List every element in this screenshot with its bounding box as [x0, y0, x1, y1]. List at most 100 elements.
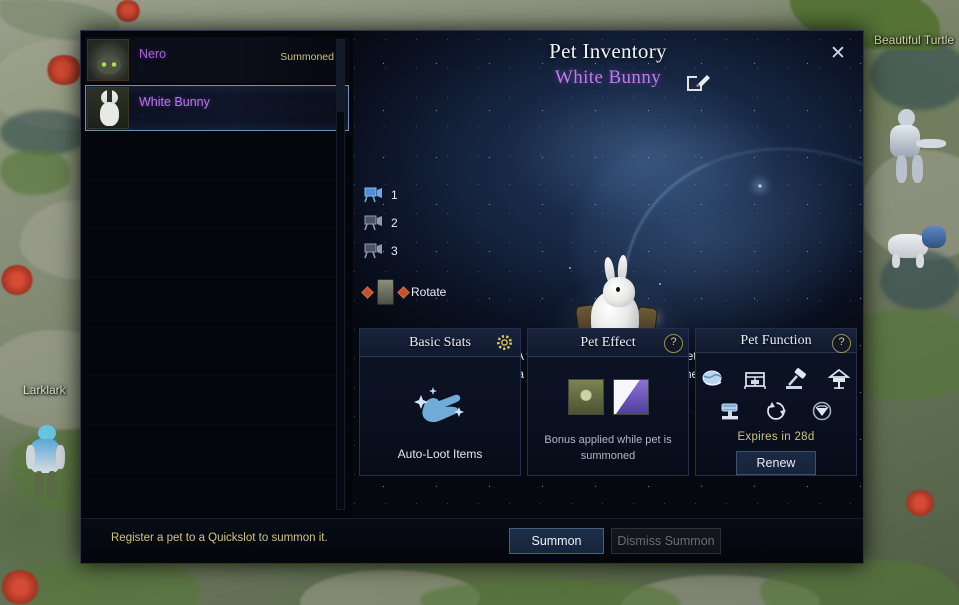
flower — [0, 265, 34, 295]
panel-header: Pet Effect ? — [528, 329, 688, 357]
repair-anvil-icon[interactable] — [717, 399, 743, 423]
cat-portrait-icon — [87, 39, 129, 81]
list-item[interactable] — [85, 427, 349, 474]
star-icon — [757, 183, 763, 189]
dialog-body: Nero ∷ Summoned White Bunny ∷ Pet Invent… — [81, 31, 863, 523]
quickslot-hint: Register a pet to a Quickslot to summon … — [111, 532, 328, 544]
page-title: Pet Inventory — [549, 39, 667, 63]
camera-preset-label: 1 — [391, 188, 398, 202]
list-item[interactable] — [85, 231, 349, 278]
npc-name-label: Larklark — [23, 383, 66, 397]
summon-button[interactable]: Summon — [509, 528, 604, 554]
critical-strike-icon[interactable] — [612, 379, 649, 415]
world-map-glyph — [702, 370, 722, 386]
effect-caption-line-2: summoned — [580, 450, 636, 463]
pet-name-title: White Bunny — [554, 67, 662, 88]
dialog-header: Pet Inventory White Bunny ✕ — [353, 31, 863, 105]
list-item[interactable] — [85, 476, 349, 523]
list-item[interactable] — [85, 280, 349, 327]
key-marker-icon — [361, 285, 374, 299]
flower — [0, 570, 40, 604]
camera-preset-label: 2 — [391, 216, 398, 230]
flower — [905, 490, 935, 516]
gear-icon[interactable] — [496, 334, 513, 351]
list-item[interactable] — [85, 378, 349, 425]
pet-subtext: ∷ — [139, 64, 145, 72]
camera-preset-1[interactable]: 1 — [363, 181, 398, 209]
gem-refresh-glyph — [812, 401, 832, 421]
stat-caption: Auto-Loot Items — [397, 447, 483, 461]
bunny-head — [603, 277, 636, 307]
bunny-eye — [616, 287, 621, 292]
dialog-footer: Register a pet to a Quickslot to summon … — [81, 518, 863, 563]
list-item[interactable] — [85, 182, 349, 229]
camera-preset-label: 3 — [391, 244, 398, 258]
function-row-1 — [696, 367, 856, 391]
effect-caption: Bonus applied while pet is summoned — [536, 433, 680, 465]
key-marker-icon — [397, 285, 410, 299]
auto-loot-glyph — [414, 387, 464, 423]
moss — [0, 150, 70, 195]
renew-button[interactable]: Renew — [736, 451, 816, 475]
pencil-square-glyph — [687, 75, 710, 91]
mouse-drag-icon — [377, 279, 394, 305]
panel-header: Basic Stats — [360, 329, 520, 357]
list-item[interactable] — [85, 329, 349, 376]
water-pool — [870, 40, 959, 110]
list-item[interactable]: White Bunny ∷ — [85, 85, 349, 131]
camera-preset-2[interactable]: 2 — [363, 209, 398, 237]
effect-icon-list — [567, 379, 649, 415]
exchange-arrows-glyph — [767, 402, 786, 420]
flower — [45, 55, 83, 85]
rotate-control[interactable]: Rotate — [361, 279, 446, 305]
auction-hammer-icon[interactable] — [784, 367, 810, 391]
rotate-label: Rotate — [411, 285, 447, 299]
help-question-mark: ? — [664, 334, 683, 353]
pet-info: Nero ∷ — [139, 47, 166, 72]
scrollbar-thumb[interactable] — [337, 40, 344, 112]
panel-title: Pet Function — [740, 332, 812, 348]
status-badge: Summoned — [280, 51, 334, 63]
npc-character — [888, 105, 952, 185]
function-icon-grid — [696, 367, 856, 431]
info-panels: Basic Stats Auto-Loot Items Pet Effect ?… — [353, 328, 863, 476]
pet-list-pane: Nero ∷ Summoned White Bunny ∷ — [81, 31, 353, 523]
list-item[interactable] — [85, 133, 349, 180]
close-icon[interactable]: ✕ — [825, 41, 851, 67]
buff-stats-icon[interactable] — [567, 379, 604, 415]
pet-list[interactable]: Nero ∷ Summoned White Bunny ∷ — [81, 31, 353, 525]
basic-stats-panel: Basic Stats Auto-Loot Items — [359, 328, 521, 476]
npc-character — [18, 415, 74, 505]
auction-hammer-glyph — [786, 368, 807, 389]
expiry-status: Expires in 28d — [737, 431, 814, 443]
panel-title: Basic Stats — [409, 334, 471, 350]
pet-list-scrollbar[interactable] — [336, 39, 345, 510]
list-item[interactable]: Nero ∷ Summoned — [85, 37, 349, 83]
help-question-mark: ? — [832, 334, 851, 353]
water-pool — [0, 110, 90, 155]
auto-loot-hand-icon — [409, 379, 471, 429]
expires-value: 28d — [794, 431, 815, 443]
help-icon[interactable]: ? — [664, 334, 683, 353]
pet-function-panel: Pet Function ? Expires in 28d Renew — [695, 328, 857, 476]
gear-glyph — [497, 335, 512, 350]
camera-preset-controls: 1 2 3 — [363, 181, 398, 265]
camera-icon — [364, 187, 382, 203]
pet-detail-pane: Pet Inventory White Bunny ✕ 1 2 3 Rotate… — [353, 31, 863, 518]
mailbox-glyph — [827, 368, 851, 389]
storage-chest-icon[interactable] — [742, 367, 768, 391]
storage-chest-glyph — [744, 372, 766, 389]
pet-inventory-dialog: Nero ∷ Summoned White Bunny ∷ Pet Invent… — [80, 30, 864, 564]
world-map-icon[interactable] — [700, 367, 726, 391]
gem-refresh-icon[interactable] — [809, 399, 835, 423]
camera-preset-3[interactable]: 3 — [363, 237, 398, 265]
exchange-arrows-icon[interactable] — [763, 399, 789, 423]
effect-caption-line-1: Bonus applied while pet is — [544, 434, 672, 447]
pet-effect-panel: Pet Effect ? Bonus applied while pet is … — [527, 328, 689, 476]
help-icon[interactable]: ? — [832, 334, 851, 353]
mailbox-icon[interactable] — [826, 367, 852, 391]
flower — [115, 0, 141, 22]
panel-title: Pet Effect — [580, 334, 636, 350]
npc-name-label: Beautiful Turtle — [874, 33, 955, 47]
pencil-square-icon[interactable] — [683, 69, 711, 95]
